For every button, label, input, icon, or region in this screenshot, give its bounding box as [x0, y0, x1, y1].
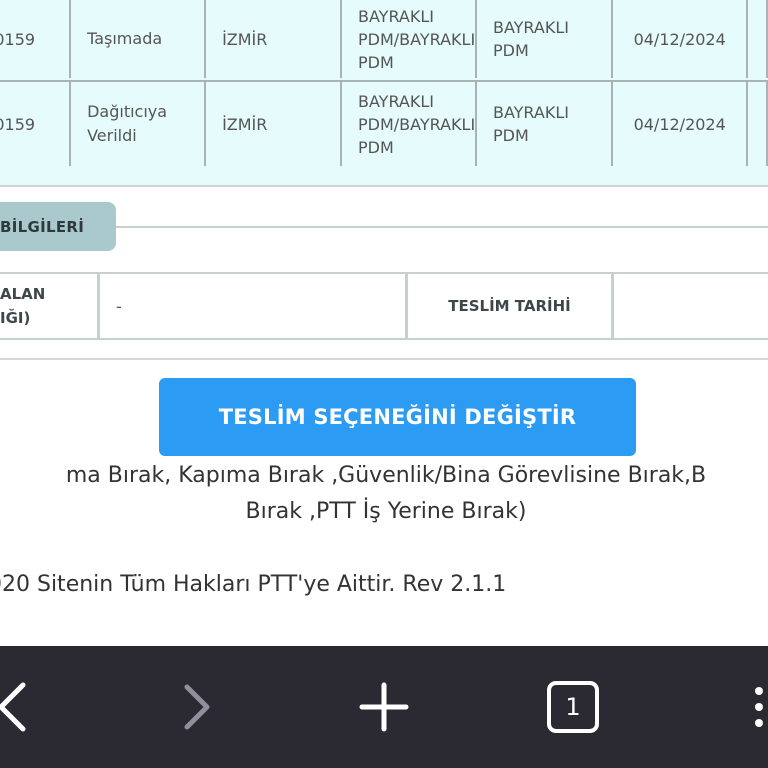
movement-extra-cell: [748, 82, 768, 166]
movement-city-cell: İZMİR: [206, 82, 342, 166]
plus-icon: [359, 682, 409, 732]
movement-unit-cell: BAYRAKLI PDM: [477, 0, 613, 78]
movement-code-cell: 0159: [0, 82, 72, 166]
new-tab-button[interactable]: [349, 646, 419, 768]
movement-code-cell: 0159: [0, 0, 72, 78]
movement-table: 0159 Taşımada İZMİR BAYRAKLI PDM/BAYRAKL…: [0, 0, 768, 187]
tabs-button[interactable]: 1: [538, 646, 608, 768]
change-delivery-option-button[interactable]: TESLİM SEÇENEĞİNİ DEĞİŞTİR: [159, 378, 636, 456]
movement-unit-cell: BAYRAKLI PDM: [477, 82, 613, 166]
section-divider: [110, 226, 768, 228]
receiver-value-cell: -: [100, 274, 408, 338]
delivery-info-table: ALAN IĞI) - TESLİM TARİHİ: [0, 272, 768, 340]
movement-date-cell: 04/12/2024: [613, 0, 749, 78]
tab-count-badge: 1: [547, 681, 599, 733]
table-row: 0159 Taşımada İZMİR BAYRAKLI PDM/BAYRAKL…: [0, 0, 768, 78]
delivery-date-label-cell: TESLİM TARİHİ: [408, 274, 614, 338]
movement-status-cell: Taşımada: [71, 0, 207, 78]
movement-date-cell: 04/12/2024: [613, 82, 749, 166]
menu-dots-icon: [755, 687, 763, 727]
page: 0159 Taşımada İZMİR BAYRAKLI PDM/BAYRAKL…: [0, 0, 768, 768]
delivery-options-description: ma Bırak, Kapıma Bırak ,Güvenlik/Bina Gö…: [65, 463, 707, 524]
section-bottom-divider: [0, 358, 768, 360]
section-title-tab: BİLGİLERİ: [0, 202, 116, 251]
movement-city-cell: İZMİR: [206, 0, 342, 78]
movement-center-cell: BAYRAKLI PDM/BAYRAKLI PDM: [342, 0, 477, 78]
movement-extra-cell: [748, 0, 768, 78]
forward-button[interactable]: [160, 646, 230, 768]
menu-button[interactable]: [744, 646, 768, 768]
back-arrow-icon: [0, 682, 26, 732]
receiver-label-cell: ALAN IĞI): [0, 274, 100, 338]
movement-center-cell: BAYRAKLI PDM/BAYRAKLI PDM: [342, 82, 477, 166]
browser-toolbar: 1: [0, 646, 768, 768]
delivery-date-value-cell: [614, 274, 768, 338]
copyright-text: 020 Sitenin Tüm Hakları PTT'ye Aittir. R…: [0, 572, 507, 597]
movement-status-cell: Dağıtıcıya Verildi: [71, 82, 207, 166]
back-button[interactable]: [0, 646, 48, 768]
forward-arrow-icon: [184, 684, 210, 730]
table-row: 0159 Dağıtıcıya Verildi İZMİR BAYRAKLI P…: [0, 80, 768, 166]
